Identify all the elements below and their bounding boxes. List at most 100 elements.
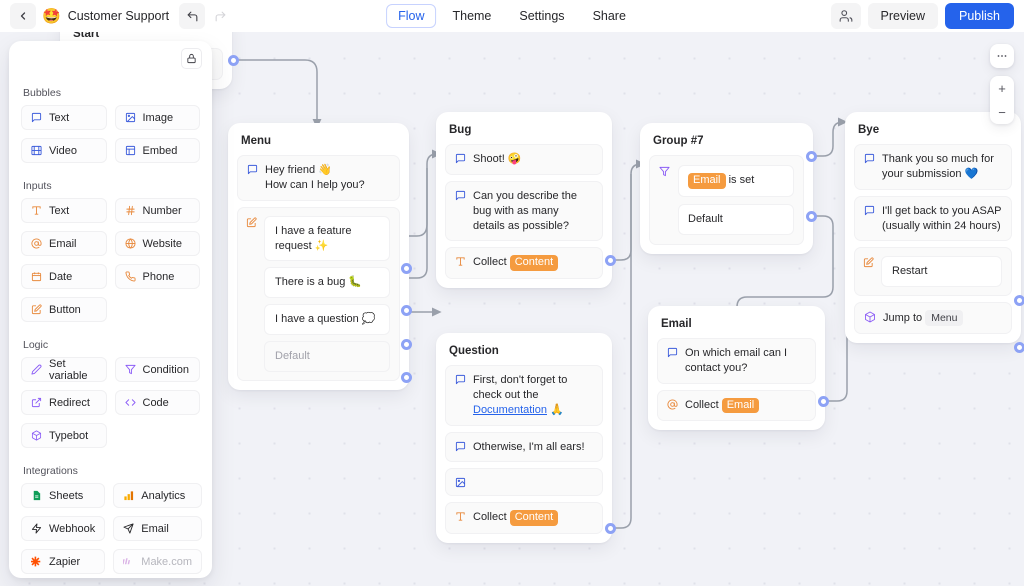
sidebar-item-label: Code <box>142 396 169 409</box>
block-text-bubble[interactable]: I'll get back to you ASAP (usually withi… <box>854 195 1012 242</box>
connector-email-out[interactable] <box>818 396 829 407</box>
condition-default[interactable]: Default <box>678 203 794 235</box>
sidebar-logic-code[interactable]: Code <box>114 390 200 415</box>
block-email-input[interactable]: Collect Email <box>657 389 816 422</box>
connector-bug-out[interactable] <box>605 255 616 266</box>
connector-menu-choice-2[interactable] <box>401 305 412 316</box>
sidebar-integration-analytics[interactable]: Analytics <box>113 483 203 508</box>
publish-button[interactable]: Publish <box>945 3 1014 29</box>
block-button-input[interactable]: Restart <box>854 247 1012 297</box>
sidebar-integration-make[interactable]: Make.com <box>113 549 203 574</box>
block-text-bubble[interactable]: On which email can I contact you? <box>657 338 816 384</box>
block-choice-input[interactable]: I have a feature request ✨ There is a bu… <box>237 206 400 381</box>
sidebar-logic-typebot[interactable]: Typebot <box>21 423 107 448</box>
sidebar-integration-sheets[interactable]: Sheets <box>21 483 106 508</box>
sidebar-input-date[interactable]: Date <box>21 264 107 289</box>
undo-redo-group <box>179 3 233 29</box>
message-square-icon <box>455 153 466 164</box>
sidebar-integration-zapier[interactable]: Zapier <box>21 549 106 574</box>
connector-group7-default[interactable] <box>806 211 817 222</box>
group-question[interactable]: Question First, don't forget to check ou… <box>436 333 612 544</box>
variable-pill[interactable]: Email <box>688 173 726 189</box>
zoom-in-button[interactable]: + <box>990 76 1014 100</box>
sidebar-input-text[interactable]: Text <box>21 198 107 223</box>
zoom-out-button[interactable]: − <box>990 100 1014 124</box>
button-item[interactable]: Restart <box>881 256 1002 288</box>
sidebar-block-embed[interactable]: Embed <box>114 138 200 163</box>
connector-menu-choice-3[interactable] <box>401 339 412 350</box>
connector-group7-isset[interactable] <box>806 151 817 162</box>
sidebar-block-video[interactable]: Video <box>21 138 107 163</box>
connector-bye-restart[interactable] <box>1014 295 1024 306</box>
sidebar-input-number[interactable]: Number <box>114 198 200 223</box>
external-link-icon <box>31 397 42 408</box>
variable-pill[interactable]: Content <box>509 255 559 272</box>
block-text-input[interactable]: Collect Content <box>445 502 603 535</box>
group-menu[interactable]: Menu Hey friend 👋 How can I help you? I … <box>228 123 409 390</box>
sidebar-item-label: Make.com <box>141 555 193 568</box>
preview-button[interactable]: Preview <box>867 3 938 29</box>
block-image-bubble[interactable] <box>445 468 603 497</box>
sidebar-input-phone[interactable]: Phone <box>114 264 200 289</box>
block-text-bubble[interactable]: Hey friend 👋 How can I help you? <box>237 155 400 201</box>
redo-button[interactable] <box>207 3 233 29</box>
sidebar-block-text-bubble[interactable]: Text <box>21 105 107 130</box>
filter-icon <box>659 166 670 177</box>
sidebar-input-website[interactable]: Website <box>114 231 200 256</box>
bubble-text: Shoot! 🤪 <box>473 153 522 165</box>
bot-name[interactable]: Customer Support <box>68 9 169 23</box>
connector-question-out[interactable] <box>605 523 616 534</box>
block-jump[interactable]: Jump to Menu <box>854 302 1012 335</box>
choice-item[interactable]: There is a bug 🐛 <box>264 267 390 299</box>
choice-default[interactable]: Default <box>264 341 390 372</box>
connector-menu-choice-1[interactable] <box>401 263 412 274</box>
group-bug[interactable]: Bug Shoot! 🤪 Can you describe the bug wi… <box>436 112 612 289</box>
block-text-bubble[interactable]: Shoot! 🤪 <box>445 144 603 175</box>
variable-pill[interactable]: Email <box>721 397 760 414</box>
sidebar-logic-set-variable[interactable]: Set variable <box>21 357 107 382</box>
connector-bye-jump[interactable] <box>1014 342 1024 353</box>
sidebar-integration-webhook[interactable]: Webhook <box>21 516 106 541</box>
block-text-bubble[interactable]: Thank you so much for your submission 💙 <box>854 144 1012 190</box>
sidebar-input-email[interactable]: Email <box>21 231 107 256</box>
tab-settings[interactable]: Settings <box>507 4 576 28</box>
choice-item[interactable]: I have a feature request ✨ <box>264 215 390 262</box>
jump-target[interactable]: Menu <box>925 310 964 327</box>
header-actions: Preview Publish <box>830 3 1014 29</box>
connector-start-out[interactable] <box>228 55 239 66</box>
collect-label: Collect Email <box>685 397 806 414</box>
block-text-bubble[interactable]: First, don't forget to check out the Doc… <box>445 365 603 426</box>
block-condition[interactable]: Email is set Default <box>649 155 804 245</box>
sidebar-input-button[interactable]: Button <box>21 297 107 322</box>
variable-pill[interactable]: Content <box>509 510 559 527</box>
group-7[interactable]: Group #7 Email is set Default <box>640 123 813 254</box>
sidebar-logic-redirect[interactable]: Redirect <box>21 390 107 415</box>
group-email[interactable]: Email On which email can I contact you? … <box>648 306 825 431</box>
collect-label: Collect Content <box>473 255 593 272</box>
jump-label: Jump to Menu <box>883 310 1002 327</box>
group-bye[interactable]: Bye Thank you so much for your submissio… <box>845 112 1021 344</box>
tab-flow[interactable]: Flow <box>386 4 437 28</box>
sidebar-block-image[interactable]: Image <box>114 105 200 130</box>
tab-theme[interactable]: Theme <box>440 4 503 28</box>
connector-menu-default[interactable] <box>401 372 412 383</box>
sidebar-logic-condition[interactable]: Condition <box>114 357 200 382</box>
block-text-input[interactable]: Collect Content <box>445 247 603 280</box>
phone-icon <box>125 271 136 282</box>
tab-share[interactable]: Share <box>581 4 638 28</box>
sidebar-item-label: Video <box>49 144 77 157</box>
section-logic: Set variable Condition Redirect Code Typ… <box>21 357 200 448</box>
undo-button[interactable] <box>179 3 206 29</box>
back-button[interactable] <box>10 3 36 29</box>
block-text-bubble[interactable]: Can you describe the bug with as many de… <box>445 180 603 242</box>
collaborators-button[interactable] <box>830 3 861 29</box>
image-icon <box>455 477 466 488</box>
choice-item[interactable]: I have a question 💭 <box>264 304 390 336</box>
canvas-more-button[interactable] <box>990 44 1014 68</box>
lock-sidebar-button[interactable] <box>181 48 202 69</box>
section-label-inputs: Inputs <box>23 180 52 192</box>
sidebar-integration-email[interactable]: Email <box>113 516 203 541</box>
block-text-bubble[interactable]: Otherwise, I'm all ears! <box>445 431 603 463</box>
documentation-link[interactable]: Documentation <box>473 404 547 416</box>
condition-expression[interactable]: Email is set <box>678 165 794 197</box>
